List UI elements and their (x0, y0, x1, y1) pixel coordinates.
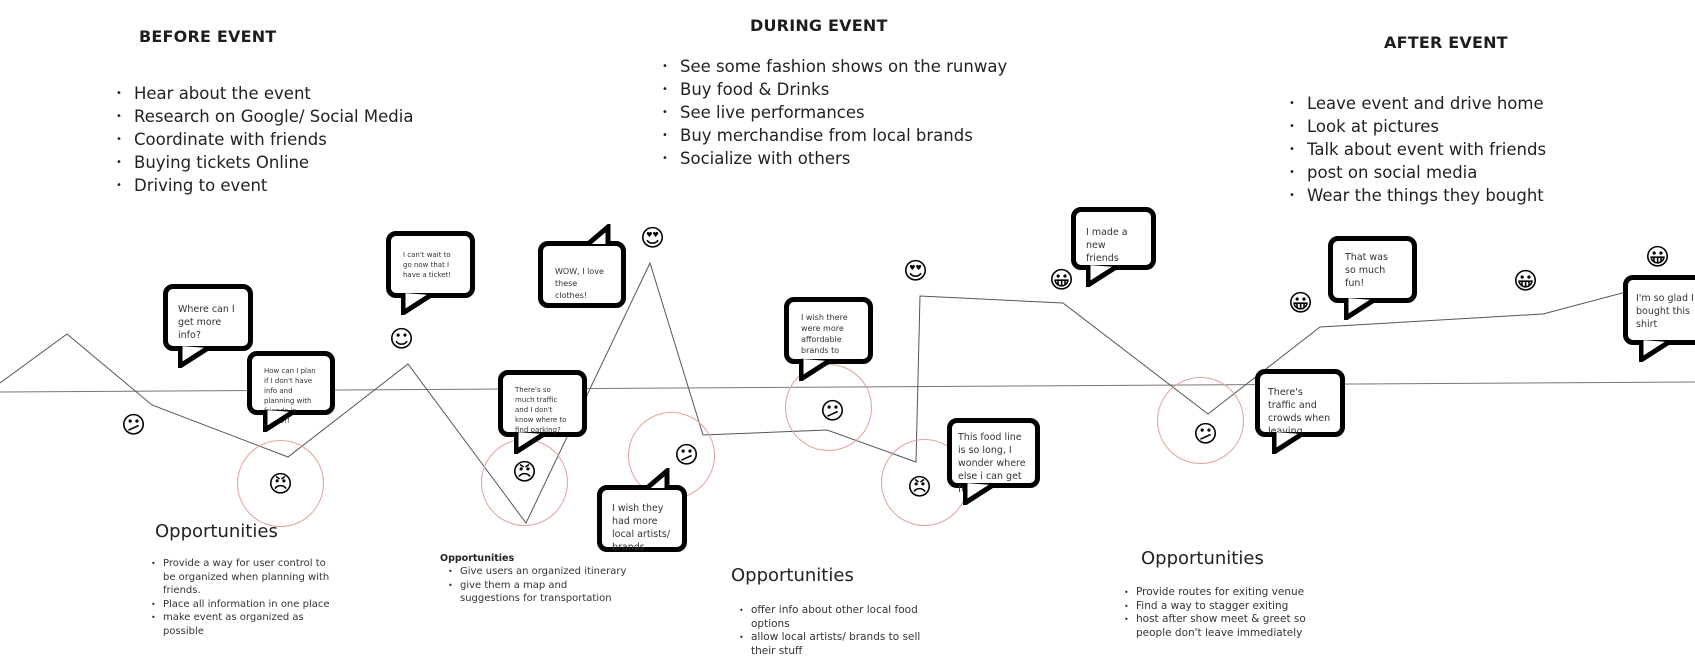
thought-text: WOW, I love these clothes! (555, 267, 604, 300)
activity-item: Research on Google/ Social Media (116, 105, 413, 128)
grinning-face-icon: 😀 (1513, 267, 1539, 295)
bubble-tail (1344, 298, 1376, 320)
opportunity-item: offer info about other local food option… (739, 604, 939, 631)
after-activities-list: Leave event and drive home Look at pictu… (1289, 92, 1546, 207)
opportunity-item: Give users an organized itinerary (448, 565, 628, 579)
thought-bubble: There's traffic and crowds when leaving (1255, 369, 1345, 437)
thought-bubble: Where can I get more info? (163, 284, 253, 351)
thought-text: I wish they had more local artists/ bran… (612, 503, 671, 553)
opportunity-item: Provide a way for user control to be org… (151, 557, 331, 598)
thought-text: There's so much traffic and I don't know… (515, 386, 567, 434)
bubble-tail (586, 224, 611, 246)
opportunities-list: Give users an organized itinerary give t… (448, 565, 628, 606)
opportunities-title: Opportunities (731, 565, 854, 586)
bubble-tail (645, 468, 670, 490)
thought-bubble: I wish there were more affordable brands… (784, 297, 873, 366)
thought-text: I can't wait to go now that I have a tic… (403, 251, 452, 279)
heart-eyes-face-icon: 😍 (903, 257, 929, 285)
phase-title-during: DURING EVENT (750, 16, 888, 35)
activity-item: Socialize with others (662, 147, 1007, 170)
opportunities-list: offer info about other local food option… (739, 604, 939, 658)
opportunities-list: Provide a way for user control to be org… (151, 557, 331, 638)
activity-item: Driving to event (116, 174, 413, 197)
smiling-face-icon: ☺ (389, 325, 415, 353)
angry-face-icon: 😠 (512, 458, 538, 486)
thought-bubble: I'm so glad I bought this shirt (1623, 275, 1695, 345)
activity-item: Leave event and drive home (1289, 92, 1546, 115)
grinning-face-icon: 😀 (1049, 266, 1075, 294)
activity-item: See live performances (662, 101, 1007, 124)
thought-bubble: How can I plan if I don't have info and … (247, 351, 335, 425)
neutral-face-icon: 😕 (1193, 420, 1219, 448)
opportunity-item: give them a map and suggestions for tran… (448, 579, 628, 606)
phase-title-after: AFTER EVENT (1384, 33, 1508, 52)
opportunities-title: Opportunities (1141, 548, 1264, 569)
phase-title-before: BEFORE EVENT (139, 27, 277, 46)
activity-item: Hear about the event (116, 82, 413, 105)
bubble-tail (963, 483, 995, 505)
thought-text: That was so much fun! (1345, 252, 1388, 289)
grinning-face-icon: 😀 (1288, 289, 1314, 317)
opportunity-item: Place all information in one place (151, 598, 331, 612)
during-activities-list: See some fashion shows on the runway Buy… (662, 55, 1007, 170)
thought-text: There's traffic and crowds when leaving (1268, 387, 1331, 437)
activity-item: post on social media (1289, 161, 1546, 184)
thought-text: I made a new friends (1086, 227, 1128, 264)
thought-bubble: WOW, I love these clothes! (538, 241, 626, 308)
activity-item: Coordinate with friends (116, 128, 413, 151)
activity-item: Talk about event with friends (1289, 138, 1546, 161)
bubble-tail (1086, 265, 1118, 287)
angry-face-icon: 😠 (907, 473, 933, 501)
before-activities-list: Hear about the event Research on Google/… (116, 82, 413, 197)
activity-item: Wear the things they bought (1289, 184, 1546, 207)
thought-bubble: I can't wait to go now that I have a tic… (386, 231, 475, 298)
thought-bubble: This food line is so long, I wonder wher… (947, 418, 1040, 495)
bubble-tail (178, 346, 210, 368)
angry-face-icon: 😠 (268, 470, 294, 498)
activity-item: See some fashion shows on the runway (662, 55, 1007, 78)
thought-text: Where can I get more info? (178, 304, 235, 341)
thought-bubble: I wish they had more local artists/ bran… (597, 485, 687, 553)
activity-item: Buy food & Drinks (662, 78, 1007, 101)
bubble-tail (1272, 432, 1304, 454)
bubble-tail (401, 293, 433, 315)
bubble-tail (1639, 340, 1671, 362)
opportunities-title: Opportunities (155, 521, 278, 542)
opportunities-title: Opportunities (440, 553, 515, 564)
thought-bubble: That was so much fun! (1328, 236, 1417, 303)
opportunity-item: Find a way to stagger exiting (1124, 600, 1324, 614)
opportunity-item: Provide routes for exiting venue (1124, 586, 1324, 600)
neutral-face-icon: 😕 (820, 397, 846, 425)
grinning-face-icon: 😀 (1645, 243, 1671, 271)
heart-eyes-face-icon: 😍 (640, 224, 666, 252)
opportunities-list: Provide routes for exiting venue Find a … (1124, 586, 1324, 640)
neutral-face-icon: 😕 (674, 441, 700, 469)
bubble-tail (514, 432, 546, 454)
activity-item: Buy merchandise from local brands (662, 124, 1007, 147)
thought-bubble: I made a new friends (1071, 207, 1156, 270)
opportunity-item: host after show meet & greet so people d… (1124, 613, 1324, 640)
thought-text: I'm so glad I bought this shirt (1636, 293, 1694, 330)
neutral-face-icon: 😕 (121, 411, 147, 439)
thought-bubble: There's so much traffic and I don't know… (498, 370, 587, 437)
opportunity-item: make event as organized as possible (151, 611, 331, 638)
activity-item: Look at pictures (1289, 115, 1546, 138)
opportunity-item: allow local artists/ brands to sell thei… (739, 631, 939, 658)
activity-item: Buying tickets Online (116, 151, 413, 174)
bubble-tail (799, 359, 831, 381)
bubble-tail (263, 410, 295, 432)
